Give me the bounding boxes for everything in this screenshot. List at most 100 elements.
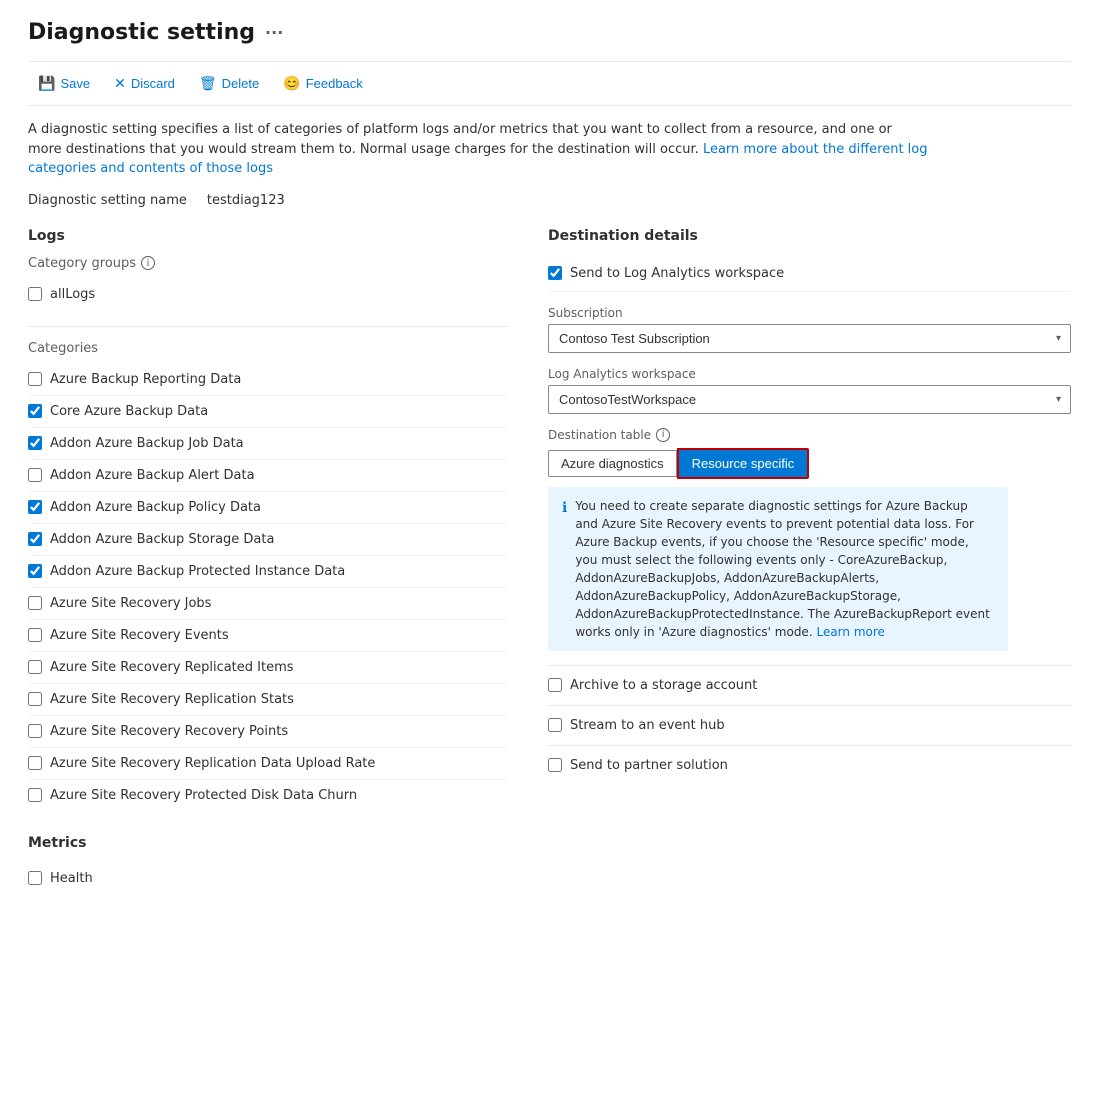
save-button[interactable]: 💾 Save	[28, 70, 100, 97]
workspace-select-wrapper: ContosoTestWorkspace ▾	[548, 385, 1071, 414]
workspace-group: Log Analytics workspace ContosoTestWorks…	[548, 367, 1071, 414]
info-box: ℹ You need to create separate diagnostic…	[548, 487, 1008, 651]
setting-name-row: Diagnostic setting name testdiag123	[28, 193, 1071, 208]
category-label[interactable]: Azure Site Recovery Events	[50, 628, 229, 643]
resource-specific-outline: Resource specific	[677, 448, 810, 479]
destination-table-buttons: Azure diagnostics Resource specific	[548, 448, 1071, 479]
send-log-analytics-row: Send to Log Analytics workspace	[548, 256, 1071, 292]
category-row: Addon Azure Backup Alert Data	[28, 460, 508, 492]
category-label[interactable]: Azure Site Recovery Replication Stats	[50, 692, 294, 707]
category-label[interactable]: Addon Azure Backup Protected Instance Da…	[50, 564, 345, 579]
page-title: Diagnostic setting ···	[28, 20, 1071, 45]
category-row: Addon Azure Backup Job Data	[28, 428, 508, 460]
category-label[interactable]: Azure Backup Reporting Data	[50, 372, 241, 387]
categories-label: Categories	[28, 341, 508, 356]
archive-label[interactable]: Archive to a storage account	[570, 678, 757, 693]
category-groups-info-icon: i	[141, 256, 155, 270]
category-label[interactable]: Addon Azure Backup Storage Data	[50, 532, 274, 547]
category-row: Azure Site Recovery Jobs	[28, 588, 508, 620]
workspace-select[interactable]: ContosoTestWorkspace	[548, 385, 1071, 414]
left-panel: Logs Category groups i allLogs Categorie…	[28, 228, 508, 894]
category-checkbox[interactable]	[28, 596, 42, 610]
category-label[interactable]: Azure Site Recovery Jobs	[50, 596, 211, 611]
category-row: Azure Site Recovery Replicated Items	[28, 652, 508, 684]
categories-list: Azure Backup Reporting Data Core Azure B…	[28, 364, 508, 811]
discard-button[interactable]: ✕ Discard	[104, 70, 185, 97]
metrics-section: Metrics Health	[28, 835, 508, 894]
all-logs-label[interactable]: allLogs	[50, 287, 95, 302]
category-checkbox[interactable]	[28, 500, 42, 514]
category-checkbox[interactable]	[28, 564, 42, 578]
category-checkbox[interactable]	[28, 788, 42, 802]
info-box-icon: ℹ	[562, 498, 567, 641]
category-label[interactable]: Addon Azure Backup Alert Data	[50, 468, 255, 483]
metric-checkbox[interactable]	[28, 871, 42, 885]
category-row: Core Azure Backup Data	[28, 396, 508, 428]
category-label[interactable]: Addon Azure Backup Job Data	[50, 436, 244, 451]
logs-section-title: Logs	[28, 228, 508, 244]
stream-row: Stream to an event hub	[548, 705, 1071, 745]
category-label[interactable]: Addon Azure Backup Policy Data	[50, 500, 261, 515]
workspace-label: Log Analytics workspace	[548, 367, 1071, 381]
description-text: A diagnostic setting specifies a list of…	[28, 120, 928, 179]
category-row: Addon Azure Backup Policy Data	[28, 492, 508, 524]
metrics-section-title: Metrics	[28, 835, 508, 851]
delete-icon: 🗑	[199, 75, 217, 92]
subscription-group: Subscription Contoso Test Subscription ▾	[548, 306, 1071, 353]
category-checkbox[interactable]	[28, 468, 42, 482]
azure-diagnostics-button[interactable]: Azure diagnostics	[548, 450, 677, 477]
setting-name-label: Diagnostic setting name	[28, 193, 187, 208]
metric-row: Health	[28, 863, 508, 894]
all-logs-row: allLogs	[28, 279, 508, 310]
category-label[interactable]: Core Azure Backup Data	[50, 404, 208, 419]
discard-icon: ✕	[114, 75, 126, 92]
log-analytics-settings: Subscription Contoso Test Subscription ▾…	[548, 306, 1071, 651]
more-options-icon[interactable]: ···	[265, 23, 283, 42]
category-row: Addon Azure Backup Storage Data	[28, 524, 508, 556]
metrics-list: Health	[28, 863, 508, 894]
feedback-button[interactable]: 😊 Feedback	[273, 70, 373, 97]
category-label[interactable]: Azure Site Recovery Recovery Points	[50, 724, 288, 739]
category-checkbox[interactable]	[28, 756, 42, 770]
archive-row: Archive to a storage account	[548, 665, 1071, 705]
destination-section-title: Destination details	[548, 228, 1071, 244]
info-box-text: You need to create separate diagnostic s…	[575, 497, 994, 641]
category-checkbox[interactable]	[28, 404, 42, 418]
category-checkbox[interactable]	[28, 692, 42, 706]
all-logs-checkbox[interactable]	[28, 287, 42, 301]
setting-name-value: testdiag123	[207, 193, 285, 208]
category-checkbox[interactable]	[28, 628, 42, 642]
destination-table-info-icon: i	[656, 428, 670, 442]
save-icon: 💾	[38, 75, 55, 92]
subscription-select-wrapper: Contoso Test Subscription ▾	[548, 324, 1071, 353]
right-panel: Destination details Send to Log Analytic…	[548, 228, 1071, 785]
category-row: Azure Backup Reporting Data	[28, 364, 508, 396]
category-label[interactable]: Azure Site Recovery Protected Disk Data …	[50, 788, 357, 803]
category-checkbox[interactable]	[28, 724, 42, 738]
stream-checkbox[interactable]	[548, 718, 562, 732]
category-label[interactable]: Azure Site Recovery Replication Data Upl…	[50, 756, 375, 771]
resource-specific-button[interactable]: Resource specific	[679, 450, 808, 477]
subscription-select[interactable]: Contoso Test Subscription	[548, 324, 1071, 353]
category-groups-label: Category groups i	[28, 256, 508, 271]
category-row: Azure Site Recovery Replication Data Upl…	[28, 748, 508, 780]
send-log-analytics-checkbox[interactable]	[548, 266, 562, 280]
metric-label[interactable]: Health	[50, 871, 93, 886]
category-label[interactable]: Azure Site Recovery Replicated Items	[50, 660, 294, 675]
stream-label[interactable]: Stream to an event hub	[570, 718, 725, 733]
archive-checkbox[interactable]	[548, 678, 562, 692]
category-checkbox[interactable]	[28, 532, 42, 546]
partner-checkbox[interactable]	[548, 758, 562, 772]
send-log-analytics-label[interactable]: Send to Log Analytics workspace	[570, 266, 784, 281]
destination-table-label: Destination table i	[548, 428, 1071, 442]
category-row: Azure Site Recovery Replication Stats	[28, 684, 508, 716]
category-checkbox[interactable]	[28, 372, 42, 386]
info-learn-more-link[interactable]: Learn more	[816, 625, 884, 639]
delete-button[interactable]: 🗑 Delete	[189, 70, 269, 97]
partner-label[interactable]: Send to partner solution	[570, 758, 728, 773]
main-content: Logs Category groups i allLogs Categorie…	[28, 228, 1071, 894]
category-checkbox[interactable]	[28, 436, 42, 450]
category-checkbox[interactable]	[28, 660, 42, 674]
subscription-label: Subscription	[548, 306, 1071, 320]
partner-row: Send to partner solution	[548, 745, 1071, 785]
